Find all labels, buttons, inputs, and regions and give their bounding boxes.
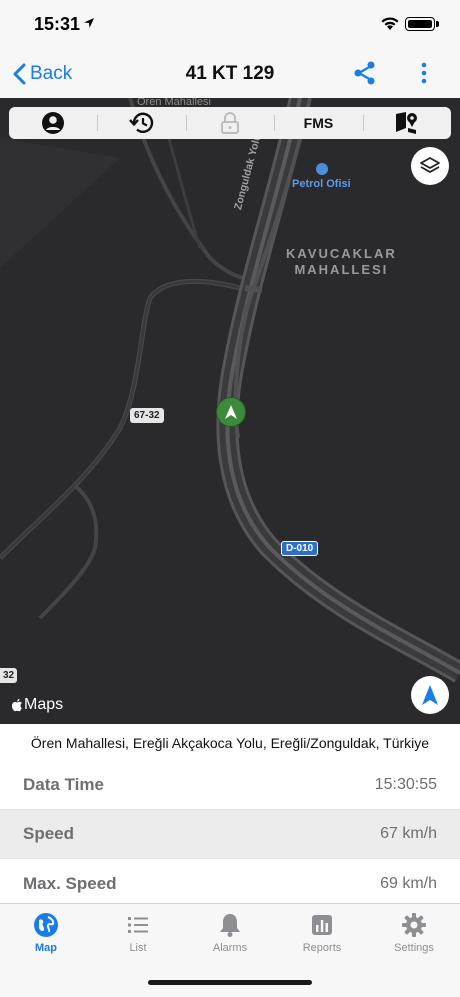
- location-arrow-icon: [422, 685, 438, 705]
- more-options-icon[interactable]: [412, 60, 436, 86]
- fuel-station-icon[interactable]: [316, 163, 328, 175]
- maps-attribution-label: Maps: [24, 696, 64, 713]
- district-label: KAVUCAKLAR MAHALLESI: [286, 246, 397, 278]
- tab-label: Map: [35, 942, 57, 954]
- bell-icon: [220, 914, 240, 937]
- layers-icon: [420, 157, 440, 173]
- fms-label: FMS: [303, 115, 334, 131]
- route-shield-edge: 32: [0, 668, 18, 683]
- list-icon: [128, 917, 148, 933]
- chart-icon: [312, 915, 332, 935]
- wifi-icon: [381, 17, 399, 30]
- tab-list[interactable]: List: [92, 912, 184, 962]
- history-button[interactable]: [97, 107, 185, 139]
- driver-button[interactable]: [9, 107, 97, 139]
- tab-label: Alarms: [212, 942, 248, 954]
- lock-icon: [221, 112, 240, 134]
- vehicle-marker[interactable]: [216, 397, 246, 427]
- info-row-speed: Speed 67 km/h: [0, 810, 460, 859]
- route-shield-d010: D-010: [281, 541, 319, 556]
- history-icon: [128, 112, 153, 133]
- geofence-button[interactable]: [362, 107, 451, 139]
- tab-label: List: [129, 942, 147, 954]
- share-icon[interactable]: [352, 60, 378, 86]
- info-label: Max. Speed: [23, 873, 117, 893]
- battery-icon: [405, 17, 435, 31]
- battery-cap: [436, 21, 439, 27]
- route-shield-67-32: 67-32: [130, 408, 164, 423]
- info-value: 67 km/h: [380, 825, 437, 842]
- vehicle-toolbar: FMS: [9, 107, 451, 139]
- location-arrow-icon: [84, 18, 94, 28]
- status-time: 15:31: [34, 14, 81, 34]
- geofence-icon: [395, 112, 417, 134]
- apple-logo-icon: [11, 698, 22, 712]
- info-row-data-time: Data Time 15:30:55: [0, 761, 460, 810]
- navigation-arrow-icon: [225, 405, 237, 419]
- poi-label[interactable]: Petrol Ofisi: [292, 178, 351, 190]
- lock-button[interactable]: [185, 107, 274, 139]
- district-label-line1: KAVUCAKLAR: [286, 246, 397, 261]
- driver-icon: [42, 112, 65, 134]
- navigation-bar: Back 41 KT 129: [0, 50, 460, 99]
- home-indicator[interactable]: [148, 980, 312, 985]
- tab-map[interactable]: Map: [0, 912, 92, 962]
- tab-label: Reports: [302, 942, 342, 954]
- tab-alarms[interactable]: Alarms: [184, 912, 276, 962]
- tab-reports[interactable]: Reports: [276, 912, 368, 962]
- status-bar: 15:31: [0, 0, 460, 50]
- info-value: 69 km/h: [380, 874, 437, 892]
- info-value: 15:30:55: [374, 776, 437, 793]
- maps-attribution: Maps: [11, 696, 63, 714]
- globe-icon: [34, 913, 58, 937]
- map-layers-button[interactable]: [411, 147, 449, 185]
- fms-button[interactable]: FMS: [274, 107, 362, 139]
- map-view[interactable]: Ören Mahallesi Zonguldak Yolu Petrol Ofi…: [0, 98, 460, 724]
- info-label: Speed: [23, 824, 75, 843]
- tab-label: Settings: [394, 942, 434, 954]
- gear-icon: [402, 913, 426, 937]
- address-label: Ören Mahallesi, Ereğli Akçakoca Yolu, Er…: [0, 724, 460, 762]
- info-row-max-speed: Max. Speed 69 km/h: [0, 859, 460, 908]
- district-label-line2: MAHALLESI: [294, 262, 389, 277]
- page-title: 41 KT 129: [185, 63, 275, 84]
- tab-settings[interactable]: Settings: [368, 912, 460, 962]
- locate-button[interactable]: [411, 676, 449, 714]
- info-label: Data Time: [23, 775, 104, 794]
